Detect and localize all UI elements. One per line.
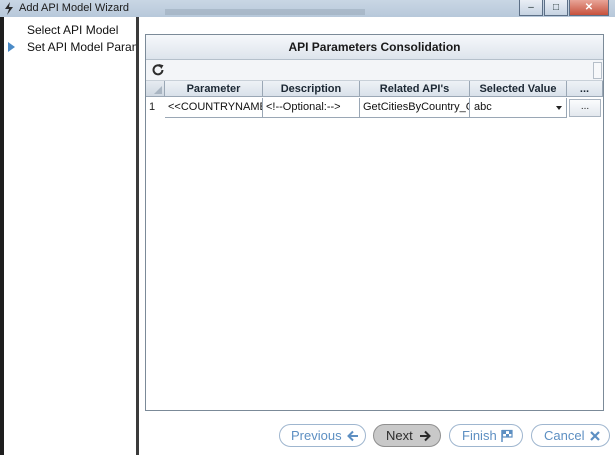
panel-title: API Parameters Consolidation <box>146 35 603 60</box>
step-label: Select API Model <box>27 23 119 37</box>
window-controls: ‒ □ ✕ <box>519 0 609 17</box>
minimize-button[interactable]: ‒ <box>519 0 543 16</box>
minimize-icon: ‒ <box>528 2 534 13</box>
cancel-label: Cancel <box>544 428 585 443</box>
selected-value-dropdown[interactable]: abc <box>470 98 567 118</box>
window-title: Add API Model Wizard <box>19 2 130 14</box>
column-header-description[interactable]: Description <box>263 81 360 97</box>
cancel-button[interactable]: Cancel <box>531 424 610 447</box>
maximize-button[interactable]: □ <box>544 0 568 16</box>
step-select-api-model[interactable]: Select API Model <box>4 22 136 38</box>
column-header-parameter[interactable]: Parameter <box>165 81 263 97</box>
row-more-button[interactable]: ... <box>569 99 601 117</box>
step-label: Set API Model Parameters <box>27 40 136 54</box>
cell-parameter[interactable]: <<COUNTRYNAME>> <box>165 98 263 118</box>
grid-toolbar <box>146 60 603 81</box>
refresh-icon[interactable] <box>151 63 165 77</box>
next-button[interactable]: Next <box>373 424 441 447</box>
titlebar-shadow <box>165 9 365 15</box>
selected-value-text: abc <box>474 101 492 113</box>
column-header-related-apis[interactable]: Related API's <box>360 81 470 97</box>
close-icon: ✕ <box>584 2 594 13</box>
cell-related-apis[interactable]: GetCitiesByCountry_GlobalWeather <box>360 98 470 118</box>
step-set-api-model-parameters[interactable]: Set API Model Parameters <box>4 39 136 55</box>
arrow-left-icon <box>347 430 358 442</box>
arrow-right-icon <box>420 430 431 442</box>
previous-button[interactable]: Previous <box>279 424 366 447</box>
chevron-down-icon <box>556 106 562 110</box>
maximize-icon: □ <box>552 2 560 13</box>
close-button[interactable]: ✕ <box>569 0 609 16</box>
next-label: Next <box>386 428 413 443</box>
window-titlebar: Add API Model Wizard ‒ □ ✕ <box>0 0 615 17</box>
row-number: 1 <box>149 101 156 113</box>
finish-button[interactable]: Finish <box>449 424 523 447</box>
grid-corner-header[interactable] <box>146 81 165 97</box>
finish-label: Finish <box>462 428 497 443</box>
app-icon <box>5 2 13 15</box>
cell-description[interactable]: <!--Optional:--> <box>263 98 360 118</box>
current-step-arrow-icon <box>8 42 15 52</box>
api-parameters-panel: API Parameters Consolidation Parameter D… <box>145 34 604 411</box>
finish-flag-icon <box>501 429 513 442</box>
previous-label: Previous <box>291 428 342 443</box>
column-header-selected-value[interactable]: Selected Value <box>470 81 567 97</box>
toolbar-scroll-handle[interactable] <box>593 62 602 79</box>
close-x-icon <box>590 431 600 441</box>
wizard-steps: Select API Model Set API Model Parameter… <box>4 17 136 455</box>
select-all-icon <box>154 86 162 94</box>
column-header-more[interactable]: ... <box>567 81 603 97</box>
